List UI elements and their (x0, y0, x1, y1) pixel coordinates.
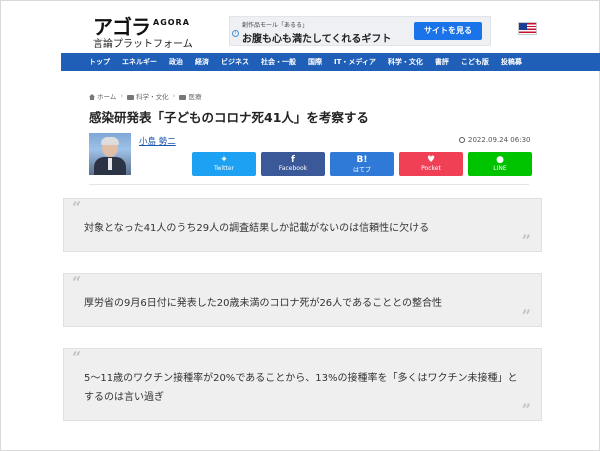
nav-item-international[interactable]: 国際 (302, 53, 328, 71)
share-facebook-button[interactable]: f Facebook (261, 152, 325, 176)
close-quote-icon: ” (521, 400, 531, 419)
us-flag-icon[interactable] (518, 22, 537, 35)
summary-quote: “ 対象となった41人のうち29人の調査結果しか記載がないのは信頼性に欠ける ” (63, 198, 542, 252)
pocket-icon: ♥ (426, 155, 436, 165)
summary-quote: “ 厚労省の9月6日付に発表した20歳未満のコロナ死が26人であることとの整合性… (63, 273, 542, 327)
quote-text: 厚労省の9月6日付に発表した20歳未満のコロナ死が26人であることとの整合性 (84, 298, 442, 309)
nav-item-business[interactable]: ビジネス (215, 53, 255, 71)
ad-visit-button[interactable]: サイトを見る (414, 22, 482, 40)
folder-icon (179, 95, 187, 100)
share-buttons: ✦ Twitter f Facebook B! はてブ ♥ Pocket ● L… (192, 152, 532, 176)
share-hatena-button[interactable]: B! はてブ (330, 152, 394, 176)
home-icon (89, 94, 95, 100)
open-quote-icon: “ (72, 273, 82, 292)
author-avatar[interactable] (89, 133, 131, 175)
ad-sponsor: 創作品モール「あるる」 (242, 22, 309, 29)
publish-date: 2022.09.24 06:30 (459, 136, 530, 144)
folder-icon (127, 95, 135, 100)
clock-icon (459, 137, 465, 143)
breadcrumb-category[interactable]: 科学・文化 (127, 91, 169, 101)
divider (89, 184, 529, 185)
page-frame: アゴラ AGORA 言論プラットフォーム i 創作品モール「あるる」 お腹も心も… (0, 0, 600, 451)
chevron-right-icon: › (120, 92, 124, 100)
open-quote-icon: “ (72, 198, 82, 217)
summary-quote: “ 5～11歳のワクチン接種率が20%であることから、13%の接種率を「多くはワ… (63, 348, 542, 421)
close-quote-icon: ” (521, 306, 531, 325)
nav-item-submit[interactable]: 投稿募 (495, 53, 528, 71)
page-title: 感染研発表「子どものコロナ死41人」を考察する (89, 110, 369, 125)
quote-text: 対象となった41人のうち29人の調査結果しか記載がないのは信頼性に欠ける (84, 223, 430, 234)
author-link[interactable]: 小島 勢二 (139, 135, 176, 147)
nav-item-society[interactable]: 社会・一般 (255, 53, 302, 71)
nav-item-economy[interactable]: 経済 (189, 53, 215, 71)
breadcrumb-home[interactable]: ホーム (89, 91, 116, 101)
ad-headline: お腹も心も満たしてくれるギフト (242, 34, 392, 45)
logo-subtitle: 言論プラットフォーム (93, 39, 193, 50)
nav-item-politics[interactable]: 政治 (163, 53, 189, 71)
ad-banner[interactable]: i 創作品モール「あるる」 お腹も心も満たしてくれるギフト サイトを見る (229, 16, 491, 46)
chevron-right-icon: › (172, 92, 176, 100)
logo-en: AGORA (153, 18, 190, 27)
share-twitter-button[interactable]: ✦ Twitter (192, 152, 256, 176)
quote-text: 5～11歳のワクチン接種率が20%であることから、13%の接種率を「多くはワクチ… (84, 373, 518, 403)
info-icon[interactable]: i (232, 30, 239, 37)
hatena-icon: B! (356, 155, 368, 165)
nav-item-top[interactable]: トップ (83, 53, 116, 71)
main-nav: トップ エネルギー 政治 経済 ビジネス 社会・一般 国際 IT・メディア 科学… (61, 53, 600, 71)
nav-item-books[interactable]: 書評 (429, 53, 455, 71)
facebook-icon: f (291, 155, 295, 165)
share-pocket-button[interactable]: ♥ Pocket (399, 152, 463, 176)
open-quote-icon: “ (72, 348, 82, 367)
nav-item-it-media[interactable]: IT・メディア (328, 53, 382, 71)
nav-item-kids[interactable]: こども版 (455, 53, 495, 71)
share-line-button[interactable]: ● LINE (468, 152, 532, 176)
breadcrumb: ホーム › 科学・文化 › 医療 (89, 91, 201, 101)
close-quote-icon: ” (521, 231, 531, 250)
breadcrumb-subcategory[interactable]: 医療 (179, 91, 201, 101)
nav-item-science[interactable]: 科学・文化 (382, 53, 429, 71)
site-logo[interactable]: アゴラ AGORA 言論プラットフォーム (93, 13, 203, 50)
line-icon: ● (496, 155, 504, 165)
twitter-icon: ✦ (220, 155, 228, 165)
nav-item-energy[interactable]: エネルギー (116, 53, 163, 71)
